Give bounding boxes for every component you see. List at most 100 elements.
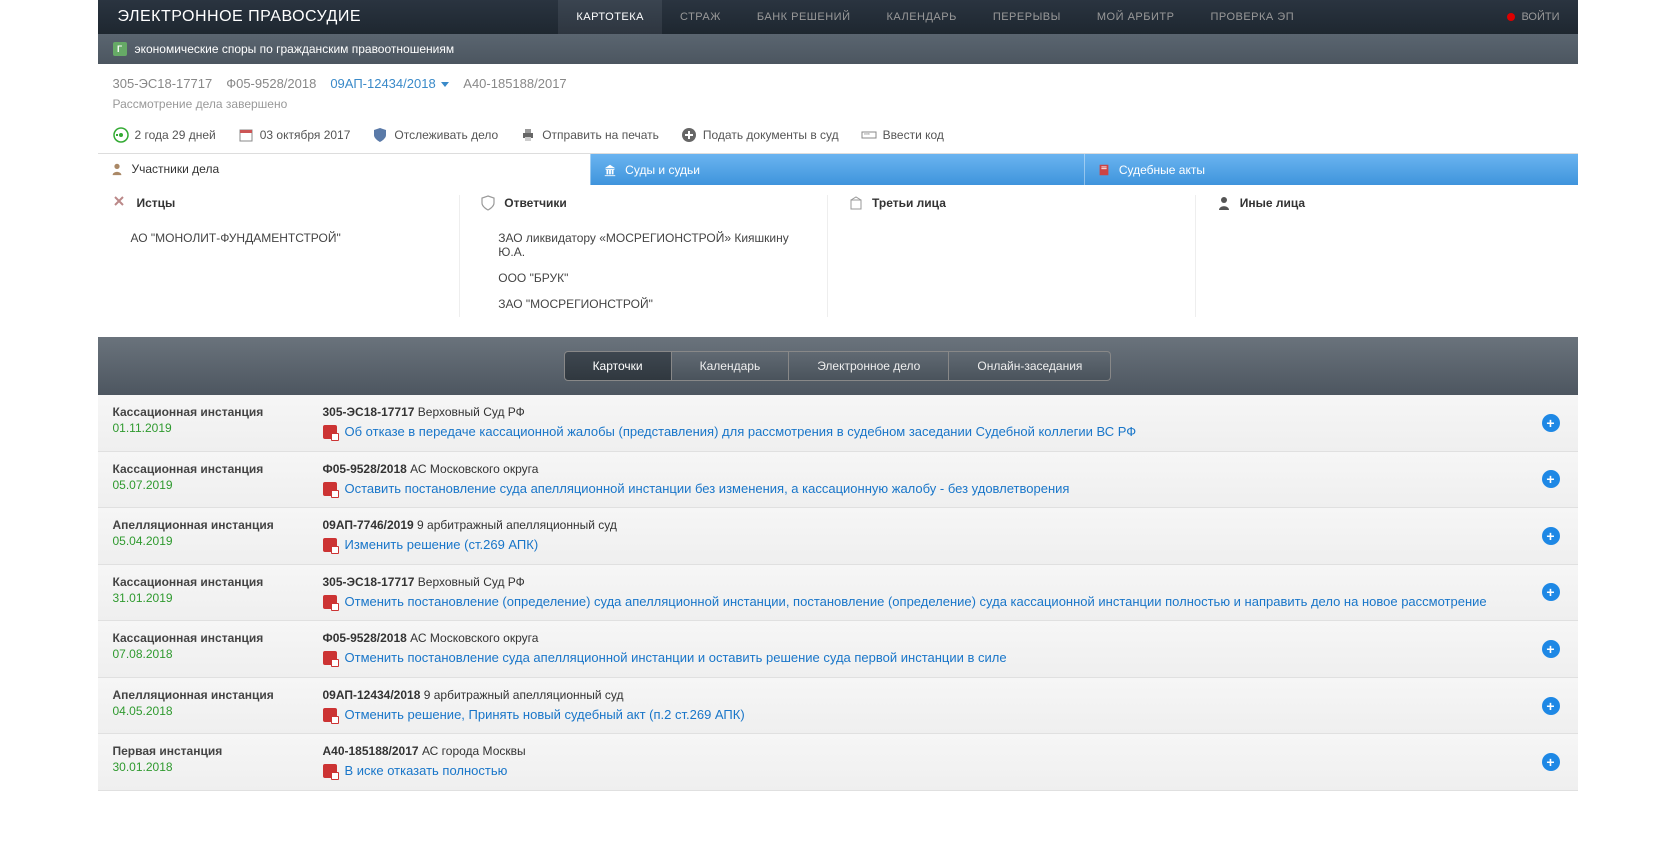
instance-label: Кассационная инстанция (113, 405, 313, 419)
instance-label: Первая инстанция (113, 744, 313, 758)
event-court: АС города Москвы (422, 744, 526, 758)
event-court: АС Московского округа (410, 631, 538, 645)
pdf-icon[interactable] (323, 764, 337, 778)
subtab[interactable]: Карточки (564, 351, 672, 381)
svg-text:***: *** (864, 133, 870, 139)
party-item[interactable]: АО "МОНОЛИТ-ФУНДАМЕНТСТРОЙ" (113, 225, 440, 251)
defendants-list: ЗАО ликвидатору «МОСРЕГИОНСТРОЙ» Кияшкин… (480, 225, 807, 317)
third-parties-column: Третьи лица (827, 195, 1195, 317)
nav-item[interactable]: БАНК РЕШЕНИЙ (739, 0, 869, 34)
instance-label: Апелляционная инстанция (113, 688, 313, 702)
document-link[interactable]: Изменить решение (ст.269 АПК) (345, 536, 539, 554)
expand-button[interactable]: + (1542, 640, 1560, 658)
case-number[interactable]: А40-185188/2017 (463, 76, 566, 91)
subtab[interactable]: Электронное дело (789, 351, 949, 381)
pdf-icon[interactable] (323, 651, 337, 665)
case-number[interactable]: 09АП-12434/2018 (330, 76, 449, 91)
pdf-icon[interactable] (323, 482, 337, 496)
case-event-row: Кассационная инстанция 07.08.2018 Ф05-9528… (98, 621, 1578, 678)
topbar: ЭЛЕКТРОННОЕ ПРАВОСУДИЕ КАРТОТЕКАСТРАЖБАН… (98, 0, 1578, 34)
shield-outline-icon (480, 195, 496, 211)
document-link[interactable]: Отменить постановление (определение) суд… (345, 593, 1487, 611)
event-court: 9 арбитражный апелляционный суд (417, 518, 617, 532)
event-date: 07.08.2018 (113, 647, 313, 661)
duration-info: 2 года 29 дней (113, 127, 216, 143)
subtab[interactable]: Онлайн-заседания (949, 351, 1111, 381)
subtabs-bar: КарточкиКалендарьЭлектронное делоОнлайн-… (98, 337, 1578, 395)
event-case-no: 09АП-12434/2018 (323, 688, 421, 702)
nav-item[interactable]: ПРОВЕРКА ЭП (1192, 0, 1312, 34)
party-item[interactable]: ЗАО "МОСРЕГИОНСТРОЙ" (480, 291, 807, 317)
nav-item[interactable]: ПЕРЕРЫВЫ (975, 0, 1079, 34)
category-text: экономические споры по гражданским право… (135, 42, 455, 56)
event-date: 01.11.2019 (113, 421, 313, 435)
case-header: 305-ЭС18-17717 Ф05-9528/2018 09АП-12434/20… (98, 64, 1578, 117)
pdf-icon[interactable] (323, 425, 337, 439)
expand-button[interactable]: + (1542, 583, 1560, 601)
plaintiffs-column: Истцы АО "МОНОЛИТ-ФУНДАМЕНТСТРОЙ" (113, 195, 460, 317)
clock-icon (113, 127, 129, 143)
document-link[interactable]: Отменить решение, Принять новый судебный… (345, 706, 745, 724)
case-category-bar: Г экономические споры по гражданским пра… (98, 34, 1578, 64)
expand-button[interactable]: + (1542, 753, 1560, 771)
case-status: Рассмотрение дела завершено (113, 97, 1563, 111)
tab-courts[interactable]: Суды и судьи (590, 154, 1084, 185)
case-number[interactable]: 305-ЭС18-17717 (113, 76, 213, 91)
instance-label: Апелляционная инстанция (113, 518, 313, 532)
subtab[interactable]: Календарь (672, 351, 790, 381)
person-icon (110, 162, 124, 176)
code-icon: *** (861, 127, 877, 143)
event-case-no: 305-ЭС18-17717 (323, 575, 415, 589)
case-event-row: Апелляционная инстанция05.04.201909АП-77… (98, 508, 1578, 565)
pdf-icon[interactable] (323, 595, 337, 609)
nav-item[interactable]: МОЙ АРБИТР (1079, 0, 1193, 34)
pdf-icon[interactable] (323, 708, 337, 722)
event-case-no: 305-ЭС18-17717 (323, 405, 415, 419)
case-event-row: Кассационная инстанция 01.11.2019 305-ЭС18… (98, 395, 1578, 452)
expand-button[interactable]: + (1542, 470, 1560, 488)
case-event-row: Апелляционная инстанция 04.05.2018 09АП-12… (98, 678, 1578, 735)
nav-item[interactable]: КАЛЕНДАРЬ (868, 0, 974, 34)
case-number[interactable]: Ф05-9528/2018 (226, 76, 316, 91)
expand-button[interactable]: + (1542, 414, 1560, 432)
event-case-no: А40-185188/2017 (323, 744, 419, 758)
plus-circle-icon (681, 127, 697, 143)
filed-date-info: 03 октября 2017 (238, 127, 351, 143)
nav-item[interactable]: КАРТОТЕКА (558, 0, 662, 34)
case-event-row: Первая инстанция30.01.2018А40-185188/201… (98, 734, 1578, 791)
plaintiffs-list: АО "МОНОЛИТ-ФУНДАМЕНТСТРОЙ" (113, 225, 440, 251)
expand-button[interactable]: + (1542, 697, 1560, 715)
event-case-no: Ф05-9528/2018 (323, 631, 407, 645)
document-link[interactable]: Оставить постановление суда апелляционно… (345, 480, 1070, 498)
print-button[interactable]: Отправить на печать (520, 127, 659, 143)
login-button[interactable]: ВОЙТИ (1489, 11, 1577, 23)
enter-code-button[interactable]: *** Ввести код (861, 127, 944, 143)
instance-label: Кассационная инстанция (113, 631, 313, 645)
file-documents-button[interactable]: Подать документы в суд (681, 127, 839, 143)
tab-acts[interactable]: Судебные акты (1084, 154, 1578, 185)
record-icon (1507, 13, 1515, 21)
event-date: 04.05.2018 (113, 704, 313, 718)
main-tabs: Участники дела Суды и судьи Судебные акт… (98, 153, 1578, 185)
building-icon (848, 195, 864, 211)
tab-participants[interactable]: Участники дела (98, 154, 591, 185)
case-rows: Кассационная инстанция 01.11.2019 305-ЭС18… (98, 395, 1578, 791)
nav-item[interactable]: СТРАЖ (662, 0, 739, 34)
party-item[interactable]: ООО "БРУК" (480, 265, 807, 291)
instance-label: Кассационная инстанция (113, 575, 313, 589)
defendants-column: Ответчики ЗАО ликвидатору «МОСРЕГИОНСТРО… (459, 195, 827, 317)
track-case-button[interactable]: Отслеживать дело (372, 127, 498, 143)
court-icon (603, 163, 617, 177)
pdf-icon[interactable] (323, 538, 337, 552)
case-event-row: Кассационная инстанция31.01.2019305-ЭС18… (98, 565, 1578, 622)
document-link[interactable]: Об отказе в передаче кассационной жалобы… (345, 423, 1137, 441)
app-logo[interactable]: ЭЛЕКТРОННОЕ ПРАВОСУДИЕ (98, 8, 382, 26)
document-link[interactable]: Отменить постановление суда апелляционно… (345, 649, 1007, 667)
event-case-no: Ф05-9528/2018 (323, 462, 407, 476)
document-link[interactable]: В иске отказать полностью (345, 762, 508, 780)
swords-icon (113, 195, 129, 211)
expand-button[interactable]: + (1542, 527, 1560, 545)
case-event-row: Кассационная инстанция05.07.2019Ф05-9528… (98, 452, 1578, 509)
party-item[interactable]: ЗАО ликвидатору «МОСРЕГИОНСТРОЙ» Кияшкин… (480, 225, 807, 265)
main-nav: КАРТОТЕКАСТРАЖБАНК РЕШЕНИЙКАЛЕНДАРЬПЕРЕР… (558, 0, 1312, 34)
